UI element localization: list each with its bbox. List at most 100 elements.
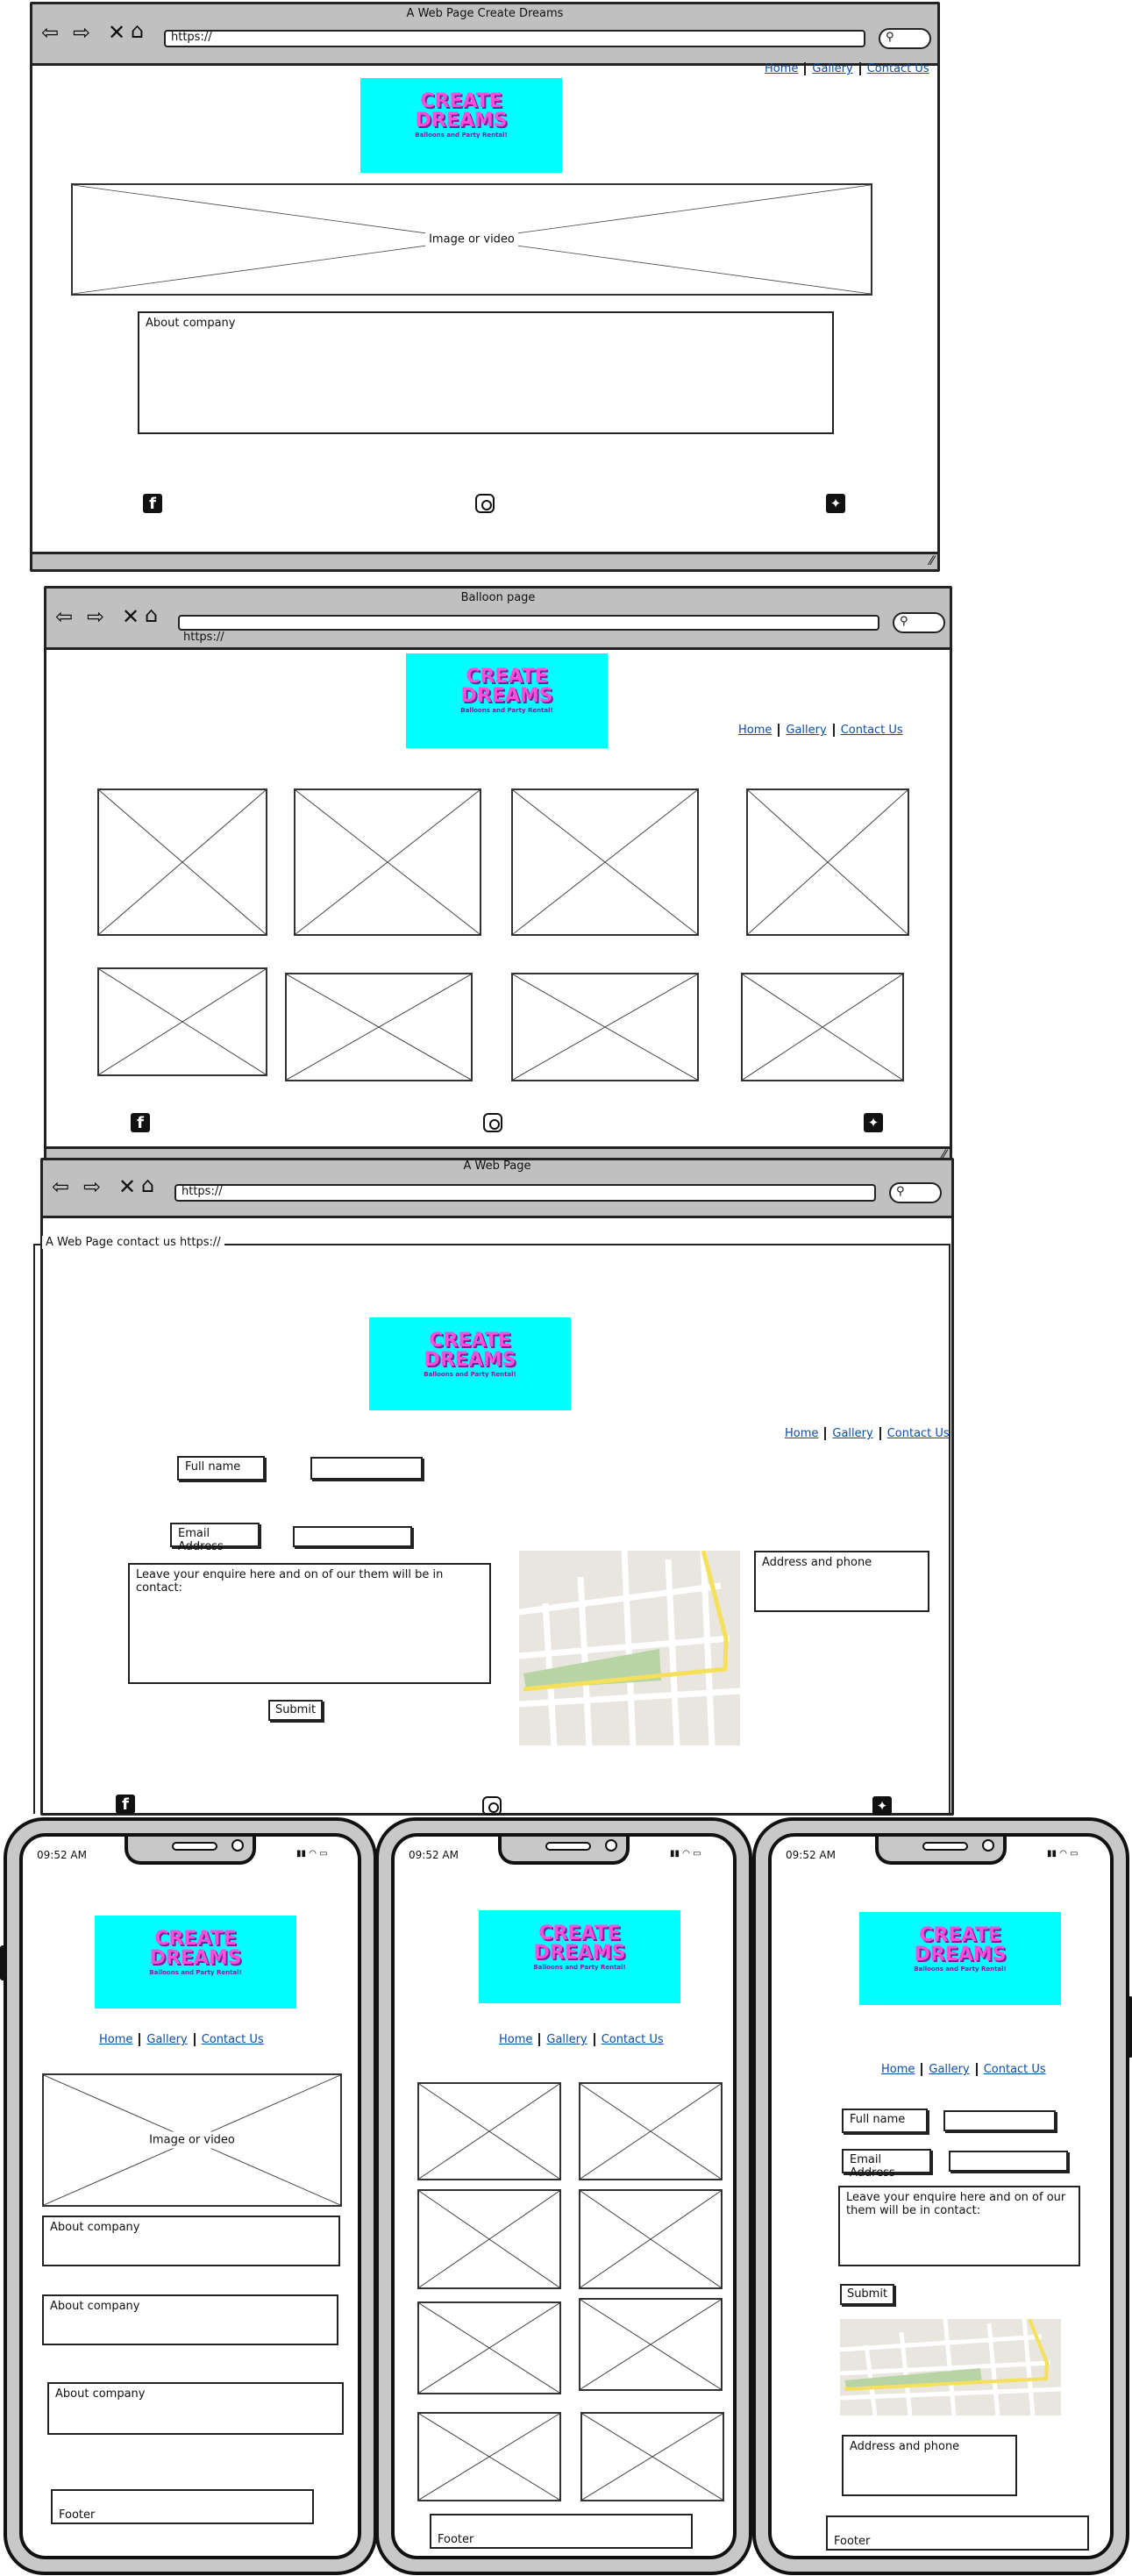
side-button: [0, 1945, 5, 1980]
home-icon[interactable]: ⌂: [145, 604, 158, 625]
nav-home-link[interactable]: Home: [875, 2063, 923, 2076]
gallery-image[interactable]: [746, 788, 909, 936]
full-name-input[interactable]: [943, 2110, 1056, 2131]
status-icons: ▮▮ ◠ ▭: [1047, 1849, 1079, 1859]
about-company-box: About company: [42, 2216, 340, 2266]
nav-contact-link[interactable]: Contact Us: [861, 62, 936, 75]
message-textarea[interactable]: Leave your enquire here and on of our th…: [838, 2186, 1080, 2266]
twitter-icon[interactable]: ✦: [864, 1113, 883, 1132]
gallery-image[interactable]: [417, 2189, 561, 2289]
submit-button[interactable]: Submit: [840, 2284, 894, 2305]
desktop-gallery-window: Balloon page ⇦ ⇨ ✕ ⌂ ⚲ https:// CREATE DR…: [44, 586, 952, 1165]
gallery-image[interactable]: [741, 973, 904, 1081]
about-company-box: About company: [47, 2382, 344, 2435]
map-graphic: [840, 2319, 1061, 2415]
hero-media-placeholder: Image or video: [42, 2073, 342, 2207]
address-bar[interactable]: https://: [174, 1184, 876, 1202]
nav-contact-link[interactable]: Contact Us: [595, 2033, 670, 2046]
email-input[interactable]: [293, 1526, 412, 1547]
close-x-icon[interactable]: ✕: [118, 1176, 136, 1197]
about-company-box: About company: [138, 311, 834, 434]
back-arrow-icon[interactable]: ⇦: [52, 1176, 69, 1197]
nav-gallery-link[interactable]: Gallery: [922, 2063, 978, 2076]
forward-arrow-icon[interactable]: ⇨: [83, 1176, 101, 1197]
nav-contact-link[interactable]: Contact Us: [835, 724, 909, 737]
gallery-image[interactable]: [417, 2412, 561, 2501]
address-bar[interactable]: https://: [164, 30, 865, 47]
full-name-label: Full name: [842, 2109, 928, 2133]
nav-contact-link[interactable]: Contact Us: [978, 2063, 1052, 2076]
main-nav: Home Gallery Contact Us: [493, 2033, 670, 2046]
search-field[interactable]: ⚲: [879, 28, 931, 49]
instagram-icon[interactable]: [475, 494, 495, 513]
nav-gallery-link[interactable]: Gallery: [780, 724, 835, 737]
front-camera: [982, 1839, 994, 1852]
instagram-icon[interactable]: [483, 1113, 502, 1132]
home-icon[interactable]: ⌂: [131, 20, 144, 41]
close-x-icon[interactable]: ✕: [108, 22, 125, 43]
nav-home-link[interactable]: Home: [732, 724, 780, 737]
forward-arrow-icon[interactable]: ⇨: [73, 22, 90, 43]
browser-toolbar: A Web Page Create Dreams ⇦ ⇨ ✕ ⌂ https:/…: [32, 4, 937, 66]
back-arrow-icon[interactable]: ⇦: [41, 22, 59, 43]
browser-toolbar: Balloon page ⇦ ⇨ ✕ ⌂ ⚲: [46, 589, 950, 650]
facebook-icon[interactable]: f: [143, 494, 162, 513]
home-icon[interactable]: ⌂: [141, 1174, 154, 1195]
gallery-image[interactable]: [511, 973, 699, 1081]
gallery-image[interactable]: [97, 967, 267, 1076]
brand-logo: CREATE DREAMS Balloons and Party Rental!: [95, 1916, 296, 2009]
nav-gallery-link[interactable]: Gallery: [826, 1427, 881, 1440]
twitter-icon[interactable]: ✦: [872, 1796, 892, 1816]
submit-button[interactable]: Submit: [268, 1700, 323, 1721]
status-time: 09:52 AM: [409, 1849, 459, 1861]
back-arrow-icon[interactable]: ⇦: [55, 606, 73, 627]
nav-contact-link[interactable]: Contact Us: [881, 1427, 956, 1440]
phone-screen: 09:52 AM ▮▮ ◠ ▭ CREATE DREAMS Balloons and…: [19, 1833, 361, 2559]
close-x-icon[interactable]: ✕: [122, 606, 139, 627]
mobile-gallery-device: 09:52 AM ▮▮ ◠ ▭ CREATE DREAMS Balloons and…: [375, 1817, 752, 2575]
full-name-input[interactable]: [310, 1457, 423, 1480]
nav-home-link[interactable]: Home: [758, 62, 807, 75]
message-textarea[interactable]: Leave your enquire here and on of our th…: [128, 1563, 491, 1684]
nav-contact-link[interactable]: Contact Us: [196, 2033, 270, 2046]
resize-grip-icon[interactable]: ⁄⁄: [929, 554, 934, 568]
instagram-icon[interactable]: [482, 1796, 502, 1816]
mobile-contact-device: 09:52 AM ▮▮ ◠ ▭ CREATE DREAMS Balloons and…: [752, 1817, 1132, 2575]
front-camera: [231, 1839, 244, 1852]
address-bar[interactable]: [178, 615, 879, 631]
twitter-icon[interactable]: ✦: [826, 494, 845, 513]
gallery-image[interactable]: [97, 788, 267, 936]
map-widget[interactable]: [519, 1551, 740, 1745]
gallery-image[interactable]: [579, 2189, 723, 2289]
about-company-box: About company: [42, 2294, 338, 2345]
gallery-image[interactable]: [579, 2298, 723, 2391]
gallery-image[interactable]: [580, 2412, 724, 2501]
forward-arrow-icon[interactable]: ⇨: [87, 606, 104, 627]
hero-label: Image or video: [425, 231, 518, 248]
gallery-image[interactable]: [294, 788, 481, 936]
front-camera: [605, 1839, 617, 1852]
desktop-home-window: A Web Page Create Dreams ⇦ ⇨ ✕ ⌂ https:/…: [30, 2, 940, 572]
gallery-image[interactable]: [417, 2082, 561, 2180]
nav-gallery-link[interactable]: Gallery: [140, 2033, 196, 2046]
gallery-image[interactable]: [417, 2301, 561, 2394]
search-field[interactable]: ⚲: [889, 1182, 942, 1203]
map-widget[interactable]: [840, 2319, 1061, 2415]
nav-home-link[interactable]: Home: [493, 2033, 541, 2046]
window-title: A Web Page: [463, 1160, 531, 1173]
nav-home-link[interactable]: Home: [779, 1427, 827, 1440]
facebook-icon[interactable]: f: [116, 1795, 135, 1814]
search-icon: ⚲: [896, 1185, 905, 1198]
gallery-image[interactable]: [511, 788, 699, 936]
brand-logo: CREATE DREAMS Balloons and Party Rental!: [406, 653, 608, 748]
nav-gallery-link[interactable]: Gallery: [540, 2033, 595, 2046]
search-icon: ⚲: [886, 31, 894, 44]
gallery-image[interactable]: [285, 973, 473, 1081]
search-field[interactable]: ⚲: [893, 612, 945, 633]
facebook-icon[interactable]: f: [131, 1113, 150, 1132]
window-title: A Web Page Create Dreams: [406, 7, 564, 20]
nav-gallery-link[interactable]: Gallery: [806, 62, 861, 75]
nav-home-link[interactable]: Home: [93, 2033, 141, 2046]
gallery-image[interactable]: [579, 2082, 723, 2180]
email-input[interactable]: [949, 2151, 1068, 2172]
